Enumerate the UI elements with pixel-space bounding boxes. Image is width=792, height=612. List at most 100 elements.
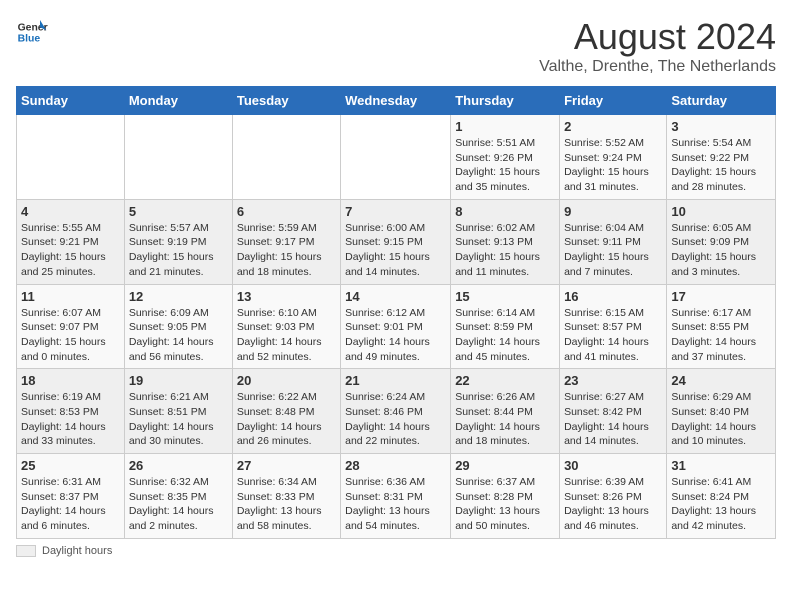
day-number: 5: [129, 204, 228, 219]
calendar-cell: 4 Sunrise: 5:55 AM Sunset: 9:21 PM Daylig…: [17, 199, 125, 284]
day-info: Sunrise: 5:54 AM Sunset: 9:22 PM Dayligh…: [671, 136, 771, 195]
calendar-cell: 26 Sunrise: 6:32 AM Sunset: 8:35 PM Dayli…: [124, 454, 232, 539]
day-number: 21: [345, 373, 446, 388]
calendar-cell: 7 Sunrise: 6:00 AM Sunset: 9:15 PM Daylig…: [341, 199, 451, 284]
calendar-cell: 18 Sunrise: 6:19 AM Sunset: 8:53 PM Dayli…: [17, 369, 125, 454]
day-info: Sunrise: 6:17 AM Sunset: 8:55 PM Dayligh…: [671, 306, 771, 365]
day-number: 7: [345, 204, 446, 219]
day-header-sunday: Sunday: [17, 87, 125, 115]
day-number: 9: [564, 204, 662, 219]
day-info: Sunrise: 6:22 AM Sunset: 8:48 PM Dayligh…: [237, 390, 336, 449]
calendar-cell: 22 Sunrise: 6:26 AM Sunset: 8:44 PM Dayli…: [451, 369, 560, 454]
daylight-label: Daylight hours: [42, 545, 112, 557]
day-info: Sunrise: 6:09 AM Sunset: 9:05 PM Dayligh…: [129, 306, 228, 365]
calendar-week-3: 11Sunrise: 6:07 AM Sunset: 9:07 PM Dayli…: [17, 284, 776, 369]
day-info: Sunrise: 6:34 AM Sunset: 8:33 PM Dayligh…: [237, 475, 336, 534]
day-info: Sunrise: 6:26 AM Sunset: 8:44 PM Dayligh…: [455, 390, 555, 449]
calendar-cell: 5 Sunrise: 5:57 AM Sunset: 9:19 PM Daylig…: [124, 199, 232, 284]
calendar-cell: 29Sunrise: 6:37 AM Sunset: 8:28 PM Dayli…: [451, 454, 560, 539]
calendar-cell: [124, 115, 232, 200]
calendar-week-5: 25 Sunrise: 6:31 AM Sunset: 8:37 PM Dayli…: [17, 454, 776, 539]
calendar-cell: 28Sunrise: 6:36 AM Sunset: 8:31 PM Dayli…: [341, 454, 451, 539]
footer-note: Daylight hours: [16, 545, 776, 557]
day-number: 22: [455, 373, 555, 388]
day-number: 15: [455, 289, 555, 304]
day-info: Sunrise: 6:29 AM Sunset: 8:40 PM Dayligh…: [671, 390, 771, 449]
calendar-week-4: 18 Sunrise: 6:19 AM Sunset: 8:53 PM Dayli…: [17, 369, 776, 454]
day-info: Sunrise: 6:24 AM Sunset: 8:46 PM Dayligh…: [345, 390, 446, 449]
calendar: SundayMondayTuesdayWednesdayThursdayFrid…: [16, 86, 776, 539]
calendar-cell: 24 Sunrise: 6:29 AM Sunset: 8:40 PM Dayli…: [667, 369, 776, 454]
day-header-thursday: Thursday: [451, 87, 560, 115]
calendar-cell: 3 Sunrise: 5:54 AM Sunset: 9:22 PM Daylig…: [667, 115, 776, 200]
calendar-cell: 12 Sunrise: 6:09 AM Sunset: 9:05 PM Dayli…: [124, 284, 232, 369]
day-header-tuesday: Tuesday: [232, 87, 340, 115]
title-area: August 2024 Valthe, Drenthe, The Netherl…: [539, 16, 776, 76]
calendar-cell: [232, 115, 340, 200]
calendar-cell: 15 Sunrise: 6:14 AM Sunset: 8:59 PM Dayli…: [451, 284, 560, 369]
calendar-cell: 1Sunrise: 5:51 AM Sunset: 9:26 PM Daylig…: [451, 115, 560, 200]
calendar-cell: 14Sunrise: 6:12 AM Sunset: 9:01 PM Dayli…: [341, 284, 451, 369]
day-info: Sunrise: 6:27 AM Sunset: 8:42 PM Dayligh…: [564, 390, 662, 449]
day-header-wednesday: Wednesday: [341, 87, 451, 115]
calendar-cell: 25 Sunrise: 6:31 AM Sunset: 8:37 PM Dayli…: [17, 454, 125, 539]
calendar-week-2: 4 Sunrise: 5:55 AM Sunset: 9:21 PM Daylig…: [17, 199, 776, 284]
day-header-friday: Friday: [560, 87, 667, 115]
day-header-row: SundayMondayTuesdayWednesdayThursdayFrid…: [17, 87, 776, 115]
calendar-cell: 17 Sunrise: 6:17 AM Sunset: 8:55 PM Dayli…: [667, 284, 776, 369]
calendar-cell: 2 Sunrise: 5:52 AM Sunset: 9:24 PM Daylig…: [560, 115, 667, 200]
day-info: Sunrise: 6:39 AM Sunset: 8:26 PM Dayligh…: [564, 475, 662, 534]
day-number: 12: [129, 289, 228, 304]
day-number: 17: [671, 289, 771, 304]
day-number: 1: [455, 119, 555, 134]
day-number: 8: [455, 204, 555, 219]
calendar-cell: 8 Sunrise: 6:02 AM Sunset: 9:13 PM Daylig…: [451, 199, 560, 284]
day-info: Sunrise: 6:14 AM Sunset: 8:59 PM Dayligh…: [455, 306, 555, 365]
day-info: Sunrise: 5:55 AM Sunset: 9:21 PM Dayligh…: [21, 221, 120, 280]
day-number: 6: [237, 204, 336, 219]
day-number: 2: [564, 119, 662, 134]
day-header-monday: Monday: [124, 87, 232, 115]
day-info: Sunrise: 6:19 AM Sunset: 8:53 PM Dayligh…: [21, 390, 120, 449]
day-info: Sunrise: 6:02 AM Sunset: 9:13 PM Dayligh…: [455, 221, 555, 280]
day-info: Sunrise: 6:00 AM Sunset: 9:15 PM Dayligh…: [345, 221, 446, 280]
day-info: Sunrise: 6:12 AM Sunset: 9:01 PM Dayligh…: [345, 306, 446, 365]
day-number: 20: [237, 373, 336, 388]
day-info: Sunrise: 6:32 AM Sunset: 8:35 PM Dayligh…: [129, 475, 228, 534]
calendar-cell: 23Sunrise: 6:27 AM Sunset: 8:42 PM Dayli…: [560, 369, 667, 454]
day-number: 24: [671, 373, 771, 388]
calendar-cell: 9 Sunrise: 6:04 AM Sunset: 9:11 PM Daylig…: [560, 199, 667, 284]
calendar-cell: 21 Sunrise: 6:24 AM Sunset: 8:46 PM Dayli…: [341, 369, 451, 454]
day-number: 26: [129, 458, 228, 473]
day-number: 25: [21, 458, 120, 473]
day-info: Sunrise: 6:41 AM Sunset: 8:24 PM Dayligh…: [671, 475, 771, 534]
day-number: 11: [21, 289, 120, 304]
calendar-cell: 13Sunrise: 6:10 AM Sunset: 9:03 PM Dayli…: [232, 284, 340, 369]
day-number: 4: [21, 204, 120, 219]
day-number: 10: [671, 204, 771, 219]
calendar-cell: 27Sunrise: 6:34 AM Sunset: 8:33 PM Dayli…: [232, 454, 340, 539]
daylight-swatch: [16, 545, 36, 557]
day-info: Sunrise: 5:52 AM Sunset: 9:24 PM Dayligh…: [564, 136, 662, 195]
day-number: 19: [129, 373, 228, 388]
day-number: 3: [671, 119, 771, 134]
calendar-cell: 19Sunrise: 6:21 AM Sunset: 8:51 PM Dayli…: [124, 369, 232, 454]
day-number: 18: [21, 373, 120, 388]
day-header-saturday: Saturday: [667, 87, 776, 115]
day-number: 30: [564, 458, 662, 473]
calendar-cell: 31 Sunrise: 6:41 AM Sunset: 8:24 PM Dayli…: [667, 454, 776, 539]
day-info: Sunrise: 6:04 AM Sunset: 9:11 PM Dayligh…: [564, 221, 662, 280]
day-info: Sunrise: 6:05 AM Sunset: 9:09 PM Dayligh…: [671, 221, 771, 280]
calendar-cell: [17, 115, 125, 200]
calendar-week-1: 1Sunrise: 5:51 AM Sunset: 9:26 PM Daylig…: [17, 115, 776, 200]
day-info: Sunrise: 5:59 AM Sunset: 9:17 PM Dayligh…: [237, 221, 336, 280]
day-info: Sunrise: 6:31 AM Sunset: 8:37 PM Dayligh…: [21, 475, 120, 534]
day-info: Sunrise: 5:57 AM Sunset: 9:19 PM Dayligh…: [129, 221, 228, 280]
day-number: 13: [237, 289, 336, 304]
calendar-cell: [341, 115, 451, 200]
day-info: Sunrise: 6:15 AM Sunset: 8:57 PM Dayligh…: [564, 306, 662, 365]
header: General Blue August 2024 Valthe, Drenthe…: [16, 16, 776, 76]
day-number: 31: [671, 458, 771, 473]
logo-icon: General Blue: [16, 16, 48, 48]
location-title: Valthe, Drenthe, The Netherlands: [539, 58, 776, 76]
